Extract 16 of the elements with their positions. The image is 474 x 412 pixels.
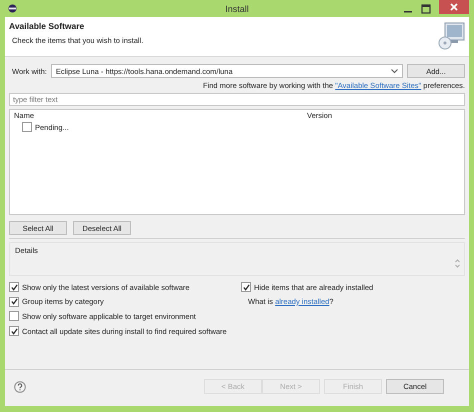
close-icon [450,3,458,11]
app-icon [8,4,17,13]
checkbox[interactable] [9,296,19,307]
page-title: Available Software [9,21,86,31]
window-title: Install [225,4,249,14]
monitor-icon [436,21,466,51]
maximize-icon[interactable] [421,4,431,14]
scroll-arrows-icon [455,259,460,268]
chevron-down-icon [391,68,398,74]
checkbox[interactable] [9,326,19,336]
checkbox[interactable] [241,282,251,292]
checkbox[interactable] [9,282,19,292]
checkbox[interactable] [9,311,19,322]
checkbox[interactable] [22,122,32,132]
help-icon[interactable] [14,380,26,393]
close-button[interactable] [439,0,469,14]
